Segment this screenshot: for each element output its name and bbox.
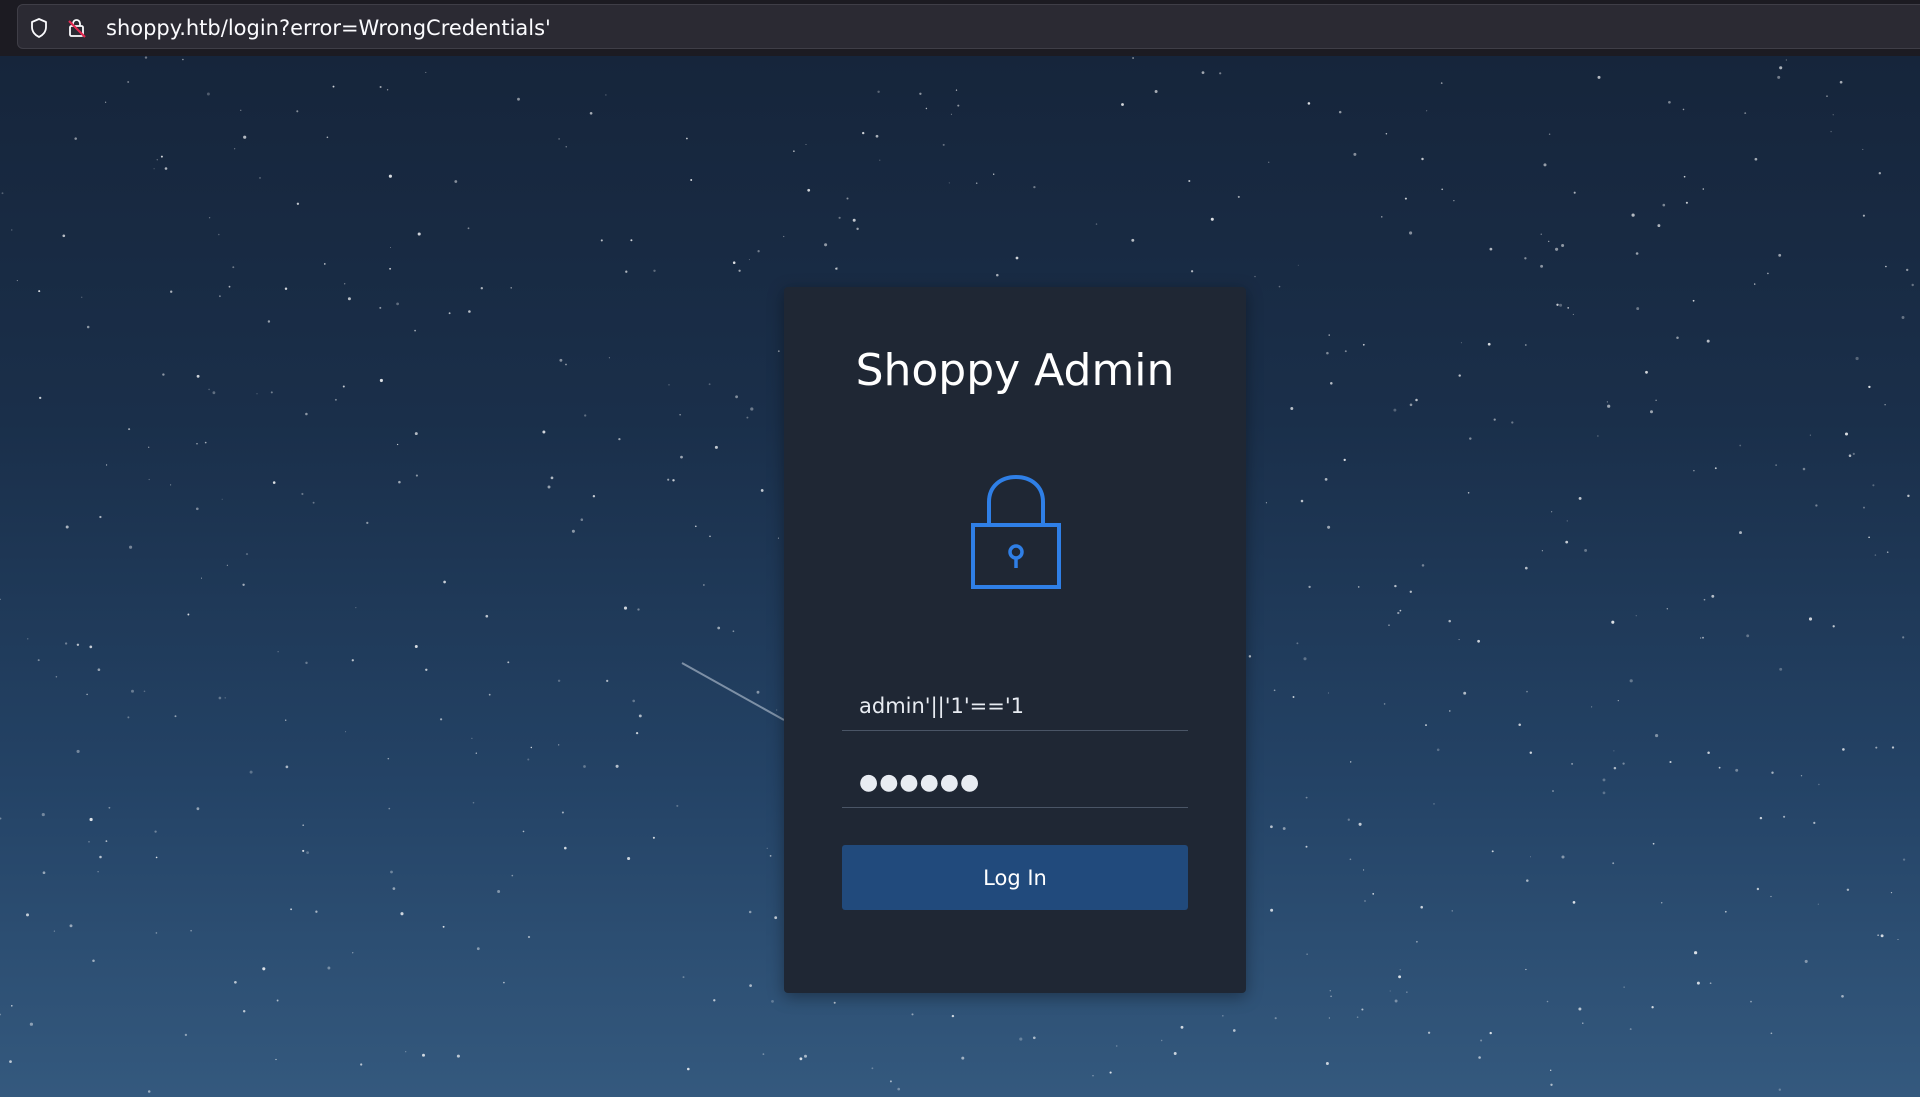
url-text[interactable]: shoppy.htb/login?error=WrongCredentials' bbox=[106, 15, 551, 41]
lock-insecure-icon[interactable] bbox=[66, 17, 88, 39]
password-value[interactable]: ●●●●●● bbox=[859, 770, 980, 796]
browser-window: shoppy.htb/login?error=WrongCredentials'… bbox=[0, 0, 1920, 1097]
username-value[interactable]: admin'||'1'=='1 bbox=[859, 693, 1024, 719]
username-field[interactable]: admin'||'1'=='1 bbox=[842, 685, 1188, 731]
padlock-icon bbox=[970, 472, 1062, 592]
page-title: Shoppy Admin bbox=[855, 345, 1175, 396]
address-bar[interactable]: shoppy.htb/login?error=WrongCredentials' bbox=[17, 4, 1920, 49]
password-field[interactable]: ●●●●●● bbox=[842, 762, 1188, 808]
shield-icon[interactable] bbox=[28, 17, 50, 39]
login-button[interactable]: Log In bbox=[842, 845, 1188, 910]
browser-toolbar: shoppy.htb/login?error=WrongCredentials' bbox=[0, 0, 1920, 56]
page-viewport: Shoppy Admin admin'||'1'=='1 ●●●●●● Log … bbox=[0, 56, 1920, 1097]
login-card: Shoppy Admin admin'||'1'=='1 ●●●●●● Log … bbox=[784, 287, 1246, 993]
